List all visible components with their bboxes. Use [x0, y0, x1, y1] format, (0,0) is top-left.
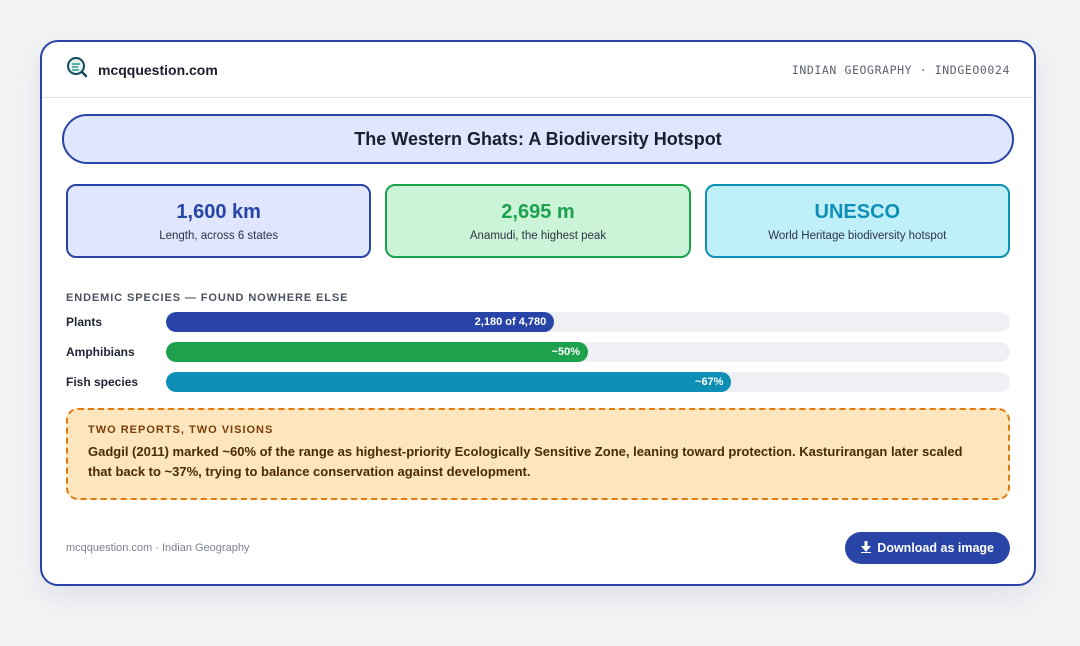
bar-fill: ~50%: [166, 342, 588, 362]
bar-track: ~67%: [166, 372, 1010, 392]
magnifier-logo-icon: [66, 56, 88, 83]
brand-name: mcqquestion.com: [98, 61, 218, 78]
bar-fill: ~67%: [166, 372, 732, 392]
bar-value: ~67%: [695, 376, 724, 388]
card-header: mcqquestion.com INDIAN GEOGRAPHY · INDGE…: [42, 42, 1034, 98]
topic-code: INDIAN GEOGRAPHY · INDGEO0024: [791, 62, 1010, 77]
bar-row-fish: Fish species ~67%: [66, 372, 1010, 392]
callout-title: TWO REPORTS, TWO VISIONS: [88, 424, 274, 436]
footer-credit: mcqquestion.com · Indian Geography: [66, 542, 250, 554]
stat-value: 2,695 m: [501, 200, 575, 223]
bar-value: 2,180 of 4,780: [474, 316, 547, 328]
stat-value: UNESCO: [814, 200, 901, 223]
bar-label: Fish species: [66, 375, 139, 389]
stat-label: Length, across 6 states: [159, 229, 279, 242]
stat-card-length: 1,600 km Length, across 6 states: [66, 184, 372, 258]
stat-card-unesco: UNESCO World Heritage biodiversity hotsp…: [704, 184, 1010, 258]
bar-row-plants: Plants 2,180 of 4,780: [66, 312, 1010, 332]
endemic-heading: ENDEMIC SPECIES — FOUND NOWHERE ELSE: [66, 292, 349, 304]
stat-label: Anamudi, the highest peak: [469, 229, 607, 242]
callout-text: Gadgil (2011) marked ~60% of the range a…: [88, 444, 963, 479]
infographic-card: mcqquestion.com INDIAN GEOGRAPHY · INDGE…: [40, 40, 1036, 586]
card-footer: mcqquestion.com · Indian Geography Downl…: [66, 532, 1010, 564]
stat-card-peak: 2,695 m Anamudi, the highest peak: [385, 184, 691, 258]
bar-track: ~50%: [166, 342, 1010, 362]
stat-cards: 1,600 km Length, across 6 states 2,695 m…: [66, 184, 1010, 258]
stat-value: 1,600 km: [176, 200, 261, 223]
bar-label: Plants: [66, 315, 103, 329]
reports-callout: TWO REPORTS, TWO VISIONS Gadgil (2011) m…: [66, 408, 1010, 500]
download-image-button[interactable]: Download as image: [845, 532, 1010, 564]
brand[interactable]: mcqquestion.com: [66, 56, 218, 83]
stat-label: World Heritage biodiversity hotspot: [768, 229, 947, 242]
bar-fill: 2,180 of 4,780: [166, 312, 555, 332]
bar-track: 2,180 of 4,780: [166, 312, 1010, 332]
download-arrow-icon: [861, 540, 872, 556]
bar-label: Amphibians: [66, 345, 135, 359]
title-banner: The Western Ghats: A Biodiversity Hotspo…: [62, 114, 1014, 164]
endemic-bars: Plants 2,180 of 4,780 Amphibians ~50% Fi…: [66, 312, 1010, 392]
download-label: Download as image: [877, 541, 994, 555]
bar-value: ~50%: [551, 346, 580, 358]
page-title: The Western Ghats: A Biodiversity Hotspo…: [354, 128, 722, 149]
bar-row-amphibians: Amphibians ~50%: [66, 342, 1010, 362]
